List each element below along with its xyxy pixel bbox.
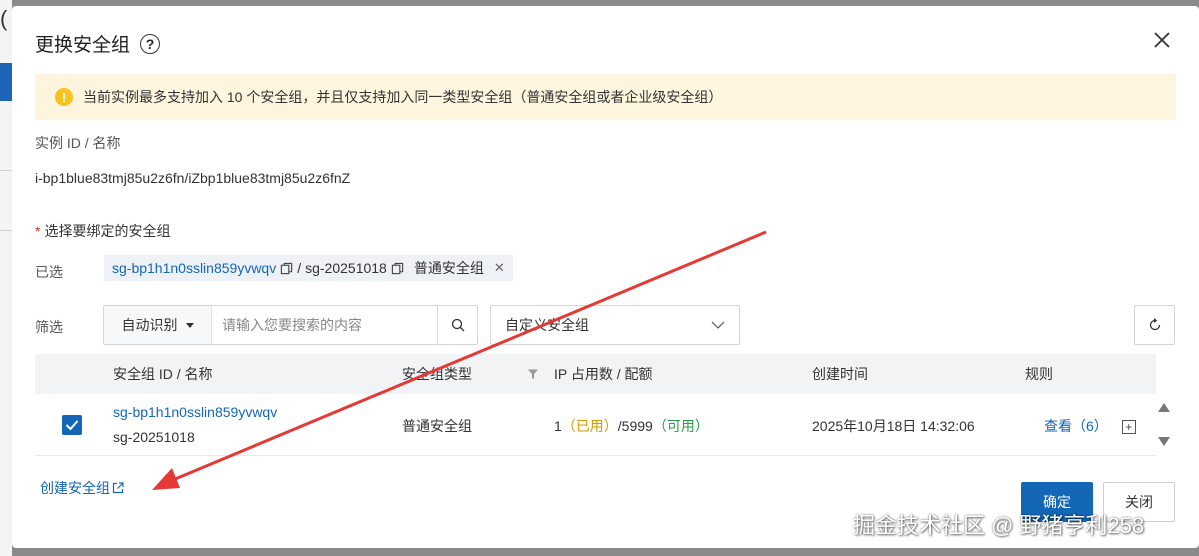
- chevron-down-icon: [711, 321, 725, 329]
- copy-icon[interactable]: [391, 262, 404, 275]
- selected-sg-type: 普通安全组: [413, 260, 484, 276]
- ip-available-label: （可用）: [652, 418, 709, 434]
- search-icon: [451, 318, 464, 332]
- search-input[interactable]: [212, 306, 437, 344]
- row-checkbox[interactable]: [62, 415, 82, 435]
- expand-plus-icon[interactable]: +: [1121, 420, 1136, 435]
- row-created-time: 2025年10月18日 14:32:06: [812, 418, 975, 434]
- header-type: 安全组类型: [402, 366, 472, 382]
- table-header: 安全组 ID / 名称 安全组类型 IP 占用数 / 配额 创建时间 规则: [35, 354, 1156, 394]
- row-sg-type: 普通安全组: [402, 418, 472, 434]
- header-ip: IP 占用数 / 配额: [554, 366, 653, 382]
- watermark: 掘金技术社区 @ 野猪亨利258: [853, 513, 1145, 538]
- search-button[interactable]: [437, 306, 477, 344]
- selected-label: 已选: [35, 264, 63, 280]
- selected-sg-tag: sg-bp1h1n0sslin859yvwqv / sg-20251018 普通…: [104, 255, 513, 281]
- create-sg-link-text: 创建安全组: [40, 480, 110, 496]
- view-rules-link[interactable]: 查看: [1044, 418, 1072, 434]
- select-sg-label: * 选择要绑定的安全组: [35, 221, 170, 241]
- selected-sg-id[interactable]: sg-bp1h1n0sslin859yvwqv: [112, 260, 276, 276]
- change-security-group-dialog: 更换安全组 ? ! 当前实例最多支持加入 10 个安全组，并且仅支持加入同一类型…: [12, 6, 1199, 548]
- select-sg-label-text: 选择要绑定的安全组: [44, 223, 171, 239]
- ip-used-label: （已用）: [561, 418, 618, 434]
- selected-sg-separator: /: [297, 260, 302, 276]
- remove-tag-icon[interactable]: ✕: [494, 260, 505, 276]
- refresh-icon: [1149, 318, 1160, 331]
- row-rules: 查看（6） +: [1044, 416, 1136, 436]
- background-divider: [0, 170, 12, 171]
- filter-label: 筛选: [35, 319, 63, 335]
- filter-mode-label: 自动识别: [121, 317, 178, 333]
- background-nav-highlight: [0, 63, 12, 101]
- instance-value: i-bp1blue83tmj85u2z6fn/iZbp1blue83tmj85u…: [35, 170, 351, 186]
- sg-type-select-value: 自定义安全组: [505, 317, 589, 333]
- scroll-up-arrow-icon[interactable]: [1158, 403, 1170, 412]
- required-star: *: [35, 223, 41, 239]
- header-rules: 规则: [1025, 366, 1053, 382]
- sg-table: 安全组 ID / 名称 安全组类型 IP 占用数 / 配额 创建时间 规则 sg…: [35, 354, 1156, 456]
- background-divider: [0, 230, 12, 231]
- filter-search-group: 自动识别: [103, 305, 478, 345]
- header-id-name: 安全组 ID / 名称: [113, 366, 213, 382]
- external-link-icon: [112, 482, 124, 494]
- limit-alert: ! 当前实例最多支持加入 10 个安全组，并且仅支持加入同一类型安全组（普通安全…: [35, 74, 1176, 120]
- dialog-title: 更换安全组 ?: [35, 30, 161, 57]
- row-sg-name: sg-20251018: [113, 429, 195, 445]
- background-glyph: (: [0, 6, 8, 31]
- help-icon[interactable]: ?: [140, 33, 161, 54]
- table-row[interactable]: sg-bp1h1n0sslin859yvwqv sg-20251018 普通安全…: [35, 394, 1156, 456]
- instance-label: 实例 ID / 名称: [35, 135, 121, 151]
- row-ip-usage: 1（已用）/5999（可用）: [554, 416, 709, 436]
- rules-count: （6）: [1072, 418, 1108, 434]
- background-page: (: [0, 0, 12, 556]
- alert-text: 当前实例最多支持加入 10 个安全组，并且仅支持加入同一类型安全组（普通安全组或…: [83, 89, 723, 105]
- sg-type-select[interactable]: 自定义安全组: [490, 305, 740, 345]
- selected-sg-name: sg-20251018: [305, 260, 387, 276]
- row-sg-id[interactable]: sg-bp1h1n0sslin859yvwqv: [113, 404, 277, 420]
- scroll-down-arrow-icon[interactable]: [1158, 437, 1170, 446]
- check-icon: [65, 420, 79, 431]
- create-sg-link[interactable]: 创建安全组: [40, 478, 124, 498]
- refresh-button[interactable]: [1134, 305, 1175, 345]
- filter-mode-dropdown[interactable]: 自动识别: [104, 306, 212, 344]
- dialog-title-text: 更换安全组: [35, 35, 131, 56]
- header-created: 创建时间: [812, 366, 868, 382]
- caret-down-icon: [185, 322, 194, 328]
- copy-icon[interactable]: [280, 262, 293, 275]
- close-icon[interactable]: [1150, 28, 1174, 52]
- ip-quota: /5999: [617, 418, 653, 434]
- filter-icon[interactable]: [527, 368, 539, 380]
- ip-used-count: 1: [554, 418, 562, 434]
- warning-icon: !: [55, 88, 73, 106]
